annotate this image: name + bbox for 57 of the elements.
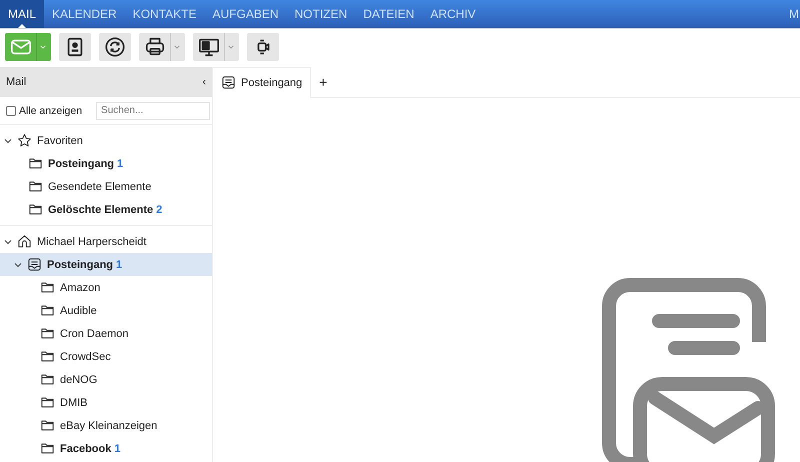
folder-tree-item[interactable]: Amazon: [0, 276, 212, 299]
folder-tree-item[interactable]: CrowdSec: [0, 345, 212, 368]
search-field[interactable]: Suchen...: [96, 102, 210, 120]
inbox-icon: [27, 257, 42, 272]
folder-icon: [40, 395, 55, 410]
sync-icon: [104, 36, 126, 58]
add-tab-button[interactable]: +: [311, 74, 336, 90]
caret-icon: [224, 33, 234, 61]
video-toolbar-button[interactable]: [247, 33, 279, 61]
folder-tree-item[interactable]: Audible: [0, 299, 212, 322]
folder-tree-item[interactable]: Posteingang 1: [0, 253, 212, 276]
folder-icon: [28, 179, 43, 194]
folder-icon: [40, 280, 55, 295]
nav-tab[interactable]: KALENDER: [44, 0, 125, 28]
collapse-button[interactable]: ‹: [202, 76, 206, 88]
folder-icon: [40, 326, 55, 341]
monitor-icon: [198, 36, 220, 58]
show-all-checkbox[interactable]: Alle anzeigen: [6, 104, 82, 116]
folder-tree-item[interactable]: deNOG: [0, 368, 212, 391]
contacts-toolbar-button[interactable]: [59, 33, 91, 61]
folder-tree-item[interactable]: eBay Kleinanzeigen: [0, 414, 212, 437]
folder-icon: [40, 441, 55, 456]
mail-toolbar-button[interactable]: [5, 33, 51, 61]
account-tree-item[interactable]: Favoriten: [0, 129, 212, 152]
folder-icon: [28, 202, 43, 217]
home-icon: [17, 234, 32, 249]
nav-tab[interactable]: ARCHIV: [422, 0, 484, 28]
chevron-icon: [4, 238, 12, 246]
nav-tab[interactable]: NOTIZEN: [286, 0, 356, 28]
folder-tree-item[interactable]: Cron Daemon: [0, 322, 212, 345]
folder-icon: [40, 303, 55, 318]
nav-tab[interactable]: AUFGABEN: [204, 0, 287, 28]
nav-tab[interactable]: KONTAKTE: [124, 0, 204, 28]
nav-tab[interactable]: DATEIEN: [355, 0, 422, 28]
display-toolbar-button[interactable]: [193, 33, 239, 61]
star-icon: [17, 133, 32, 148]
sidebar-title: Mail: [6, 76, 26, 88]
folder-icon: [40, 418, 55, 433]
inbox-icon: [221, 75, 236, 90]
caret-icon: [36, 33, 46, 61]
sync-toolbar-button[interactable]: [99, 33, 131, 61]
folder-tree-item[interactable]: Facebook 1: [0, 437, 212, 460]
nav-tab[interactable]: M: [789, 7, 799, 21]
chevron-icon: [4, 136, 12, 144]
folder-tree-item[interactable]: Gesendete Elemente: [0, 175, 212, 198]
folder-icon: [40, 349, 55, 364]
folder-icon: [28, 156, 43, 171]
account-tree-item[interactable]: Michael Harperscheidt: [0, 230, 212, 253]
folder-tree-item[interactable]: DMIB: [0, 391, 212, 414]
printer-icon: [144, 36, 166, 58]
inbox-tab[interactable]: Posteingang: [213, 66, 312, 98]
print-toolbar-button[interactable]: [139, 33, 185, 61]
folder-tree-item[interactable]: Posteingang 1: [0, 152, 212, 175]
folder-tree-item[interactable]: Gelöschte Elemente 2: [0, 198, 212, 221]
folder-icon: [40, 372, 55, 387]
nav-tab[interactable]: MAIL: [0, 0, 44, 28]
caret-icon: [170, 33, 180, 61]
